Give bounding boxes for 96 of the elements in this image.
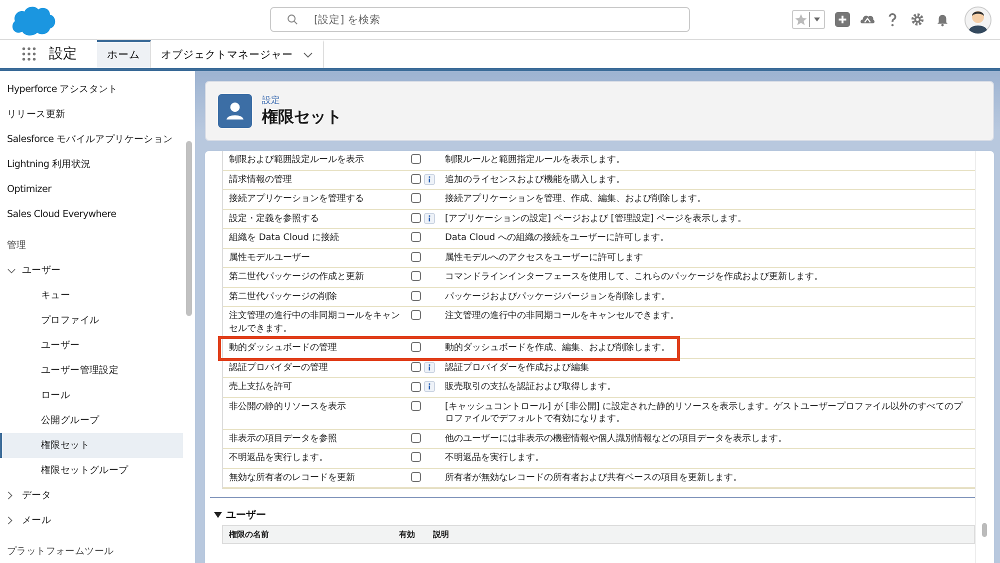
- section-toggle[interactable]: ユーザー: [214, 508, 266, 522]
- checkbox[interactable]: [411, 252, 421, 262]
- scrollbar-thumb[interactable]: [982, 523, 987, 537]
- permission-name: 組織を Data Cloud に接続: [228, 232, 340, 244]
- permission-description: 制限ルールと範囲指定ルールを表示します。: [445, 154, 626, 166]
- permission-description: [キャッシュコントロール] が [非公開] に設定された静的リソースを表示します。ゲストユーザープロファイル以外のすべてのプロファイルでデフォルトで有効になります。: [445, 400, 964, 426]
- permission-description: 他のユーザーには非表示の機密情報や個人識別情報などの項目データを表示します。: [445, 432, 788, 445]
- column-header: 有効: [399, 529, 416, 540]
- permission-name: 第二世代パッケージの作成と更新: [228, 271, 365, 284]
- checkbox[interactable]: [411, 452, 421, 462]
- checkbox[interactable]: [411, 232, 421, 242]
- sidebar-item[interactable]: 公開グループ: [0, 408, 183, 433]
- sidebar-group[interactable]: ユーザー: [0, 258, 183, 283]
- chevron-down-icon[interactable]: [303, 52, 313, 58]
- permission-name: 売上支払を許可: [228, 381, 293, 394]
- chevron-down-icon: [7, 268, 16, 274]
- bell-icon[interactable]: [935, 12, 950, 27]
- sidebar-item[interactable]: ユーザー管理設定: [0, 358, 183, 383]
- permission-description: 認証プロバイダーを作成および編集: [445, 362, 590, 374]
- checkbox[interactable]: [411, 154, 421, 164]
- checkbox[interactable]: [411, 213, 421, 223]
- nav-tab[interactable]: ホーム: [97, 40, 151, 68]
- permission-description: 属性モデルへのアクセスをユーザーに許可します: [445, 252, 644, 264]
- permission-description: コマンドラインインターフェースを使用して、これらのパッケージを作成および更新します。: [445, 271, 824, 284]
- permission-description: 不明返品を実行します。: [445, 452, 545, 464]
- sidebar-item[interactable]: ユーザー: [0, 333, 183, 358]
- checkbox[interactable]: [411, 432, 421, 442]
- permission-description: [アプリケーションの設定] ページおよび [管理設定] ページを表示します。: [445, 212, 748, 225]
- info-icon[interactable]: [424, 362, 435, 372]
- sidebar-item[interactable]: Sales Cloud Everywhere: [0, 202, 183, 227]
- sidebar-heading: 管理: [6, 239, 28, 253]
- favorites-button[interactable]: [792, 10, 825, 29]
- sidebar-group[interactable]: メール: [0, 508, 183, 533]
- permission-description: 追加のライセンスおよび機能を購入します。: [445, 174, 626, 186]
- plus-icon[interactable]: [835, 12, 850, 27]
- permission-description: 動的ダッシュボードを作成、編集、および削除します。: [445, 342, 671, 354]
- sidebar-item[interactable]: プロファイル: [0, 308, 183, 333]
- scrollbar-thumb[interactable]: [186, 141, 192, 316]
- permission-name: 設定・定義を参照する: [228, 212, 320, 225]
- sidebar-item[interactable]: Lightning 利用状況: [0, 152, 183, 177]
- permission-description: 所有者が無効なレコードの所有者および共有ベースの項目を更新します。: [445, 472, 743, 484]
- star-icon: [793, 12, 809, 28]
- sidebar-item[interactable]: Hyperforce アシスタント: [0, 77, 183, 102]
- sidebar-item[interactable]: ロール: [0, 383, 183, 408]
- search-field[interactable]: [設定] を検索: [270, 7, 690, 32]
- info-icon[interactable]: [424, 174, 435, 184]
- permission-description: 注文管理の進行中の非同期コールをキャンセルできます。: [445, 310, 680, 322]
- sidebar-item[interactable]: 権限セットグループ: [0, 458, 183, 483]
- permission-name: 動的ダッシュボードの管理: [228, 342, 338, 354]
- app-launcher-icon[interactable]: [22, 47, 36, 61]
- permission-name: 不明返品を実行します。: [228, 452, 329, 464]
- settings-icon[interactable]: [910, 12, 925, 27]
- user-icon: [218, 94, 252, 128]
- checkbox[interactable]: [411, 400, 421, 410]
- avatar-icon[interactable]: [964, 6, 992, 34]
- triangle-down-icon: [214, 512, 222, 518]
- page-title: 権限セット: [262, 107, 342, 128]
- permission-name: 非公開の静的リソースを表示: [228, 400, 347, 413]
- checkbox[interactable]: [411, 362, 421, 372]
- checkbox[interactable]: [411, 382, 421, 392]
- sidebar-item[interactable]: キュー: [0, 283, 183, 308]
- breadcrumb[interactable]: 設定: [262, 94, 342, 107]
- permission-name: 注文管理の進行中の非同期コールをキャンセルできます。: [228, 310, 401, 335]
- chevron-right-icon: [7, 491, 13, 500]
- permission-description: パッケージおよびパッケージバージョンを削除します。: [445, 290, 671, 303]
- app-name: 設定: [49, 45, 77, 63]
- sidebar-group[interactable]: データ: [0, 483, 183, 508]
- checkbox[interactable]: [411, 271, 421, 281]
- checkbox[interactable]: [411, 174, 421, 184]
- permission-description: 販売取引の支払を認証および取得します。: [445, 381, 617, 394]
- info-icon[interactable]: [424, 381, 435, 392]
- permission-name: 非表示の項目データを参照: [228, 432, 338, 445]
- checkbox[interactable]: [411, 290, 421, 300]
- permission-name: 属性モデルユーザー: [228, 252, 311, 264]
- column-header: 説明: [433, 529, 449, 540]
- permission-name: 認証プロバイダーの管理: [228, 362, 329, 374]
- checkbox[interactable]: [411, 472, 421, 482]
- column-header: 権限の名前: [228, 529, 270, 540]
- checkbox[interactable]: [411, 193, 421, 203]
- info-icon[interactable]: [424, 212, 435, 224]
- checkbox[interactable]: [411, 310, 421, 320]
- permission-description: 接続アプリケーションを管理、作成、編集、および削除します。: [445, 193, 707, 206]
- permission-name: 制限および範囲設定ルールを表示: [228, 154, 365, 166]
- search-icon: [287, 14, 298, 25]
- checkbox[interactable]: [411, 342, 421, 352]
- permission-name: 請求情報の管理: [228, 174, 293, 186]
- permission-name: 無効な所有者のレコードを更新: [228, 472, 356, 484]
- sidebar-item[interactable]: 権限セット: [0, 433, 183, 458]
- sidebar-heading: プラットフォームツール: [6, 545, 115, 559]
- permission-description: Data Cloud への組織の接続をユーザーに許可します。: [445, 232, 670, 244]
- sidebar-item[interactable]: リリース更新: [0, 102, 183, 127]
- sidebar-item[interactable]: Optimizer: [0, 177, 183, 202]
- permission-name: 接続アプリケーションを管理する: [228, 193, 365, 206]
- sidebar-item[interactable]: Salesforce モバイルアプリケーション: [0, 127, 183, 152]
- permission-name: 第二世代パッケージの削除: [228, 290, 338, 303]
- chevron-right-icon: [7, 516, 13, 525]
